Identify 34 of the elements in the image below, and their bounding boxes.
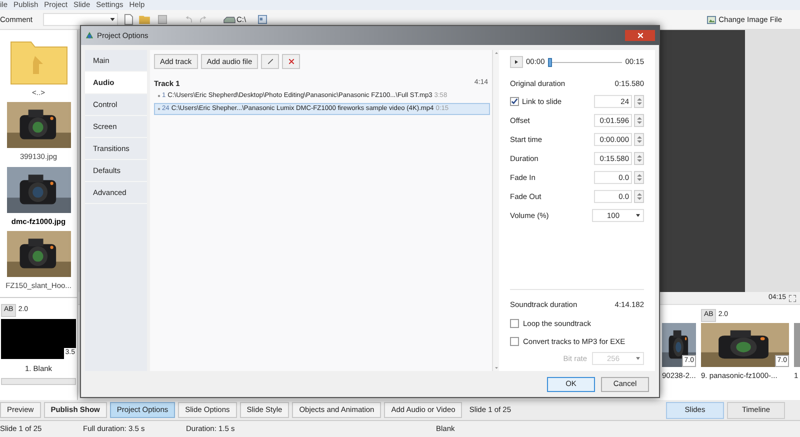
view-icon[interactable] bbox=[258, 15, 268, 24]
spinner-arrows-icon[interactable] bbox=[634, 132, 644, 146]
seek-thumb[interactable] bbox=[548, 58, 552, 66]
spinner-arrows-icon[interactable] bbox=[634, 190, 644, 203]
spinner-arrows-icon[interactable] bbox=[634, 94, 644, 108]
image-icon bbox=[706, 16, 716, 24]
undo-icon[interactable] bbox=[184, 16, 193, 24]
pencil-icon bbox=[268, 59, 273, 64]
checkbox[interactable] bbox=[510, 318, 519, 328]
scroll-up-icon[interactable] bbox=[494, 52, 498, 54]
dropdown-arrow-icon bbox=[110, 18, 115, 21]
delete-icon bbox=[288, 59, 294, 64]
scrollbar[interactable] bbox=[492, 50, 499, 371]
app-icon bbox=[85, 31, 94, 40]
delete-button[interactable] bbox=[282, 54, 300, 69]
scrollbar[interactable] bbox=[1, 378, 76, 385]
fullscreen-icon[interactable] bbox=[789, 294, 796, 302]
edit-button[interactable] bbox=[261, 54, 280, 69]
close-icon bbox=[638, 33, 642, 38]
new-page-icon[interactable] bbox=[124, 14, 133, 25]
spinner-arrows-icon[interactable] bbox=[634, 114, 644, 127]
checkbox[interactable] bbox=[510, 336, 519, 346]
spinner-arrows-icon[interactable] bbox=[634, 170, 644, 184]
close-button[interactable] bbox=[625, 30, 655, 41]
checkbox[interactable] bbox=[510, 96, 519, 106]
dropdown-arrow-icon bbox=[636, 214, 640, 217]
save-icon[interactable] bbox=[158, 15, 167, 24]
spinner-arrows-icon[interactable] bbox=[634, 152, 644, 165]
play-icon bbox=[515, 60, 518, 64]
dropdown-arrow-icon bbox=[636, 357, 640, 360]
comment-field[interactable] bbox=[42, 13, 118, 26]
scroll-down-icon[interactable] bbox=[494, 367, 498, 369]
redo-icon[interactable] bbox=[198, 16, 207, 24]
play-button[interactable] bbox=[510, 56, 523, 68]
